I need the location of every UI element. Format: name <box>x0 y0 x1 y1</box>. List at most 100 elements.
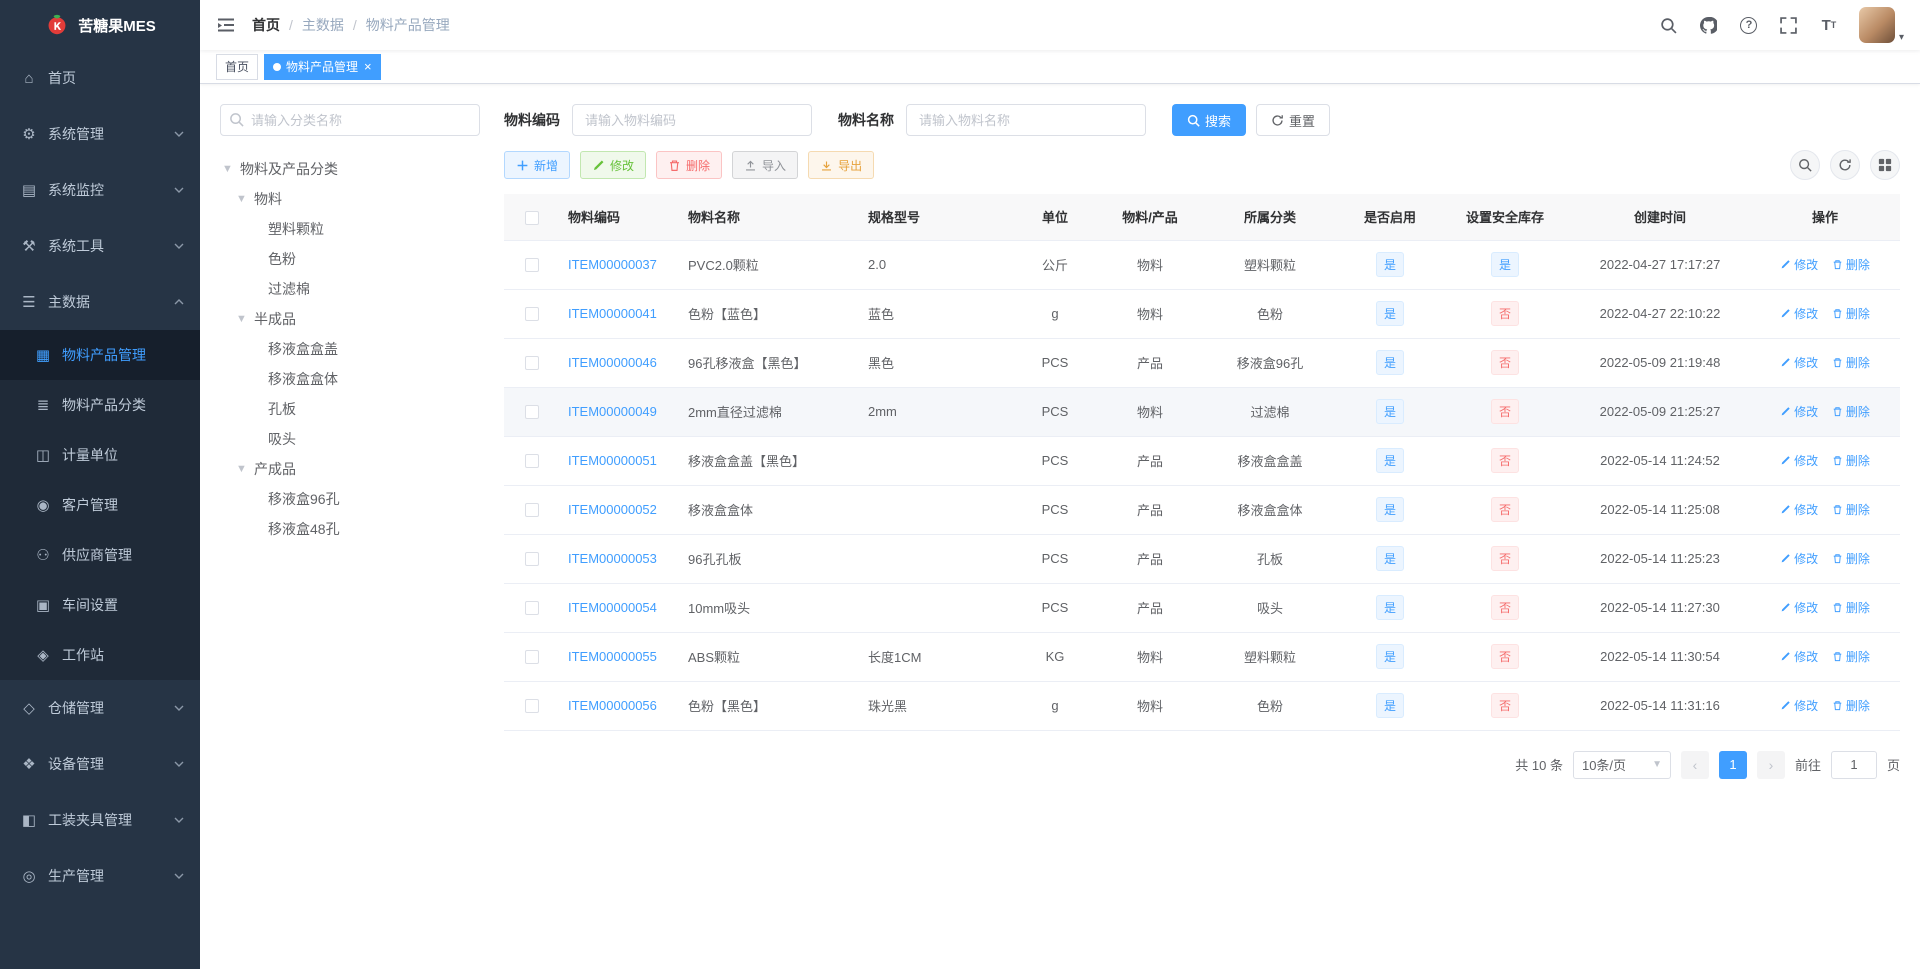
tree-node-filter-cotton[interactable]: ▼过滤棉 <box>220 274 480 304</box>
sidebar-item-system-admin[interactable]: ⚙ 系统管理 <box>0 106 200 162</box>
tree-node-pipette-box-lid[interactable]: ▼移液盒盒盖 <box>220 334 480 364</box>
tab-home[interactable]: 首页 <box>216 53 259 80</box>
sidebar-item-measure-unit[interactable]: ◫ 计量单位 <box>0 430 200 480</box>
material-name-input[interactable] <box>906 104 1146 136</box>
tree-node-well-plate[interactable]: ▼孔板 <box>220 394 480 424</box>
edit-link[interactable]: 修改 <box>1780 501 1818 518</box>
next-page-button[interactable]: › <box>1756 750 1785 779</box>
delete-link[interactable]: 删除 <box>1832 452 1870 469</box>
row-checkbox[interactable] <box>525 307 539 322</box>
page-size-select[interactable]: 10条/页 ▼ <box>1572 750 1671 779</box>
edit-link[interactable]: 修改 <box>1780 403 1818 420</box>
sidebar-item-master-data[interactable]: ☰ 主数据 <box>0 274 200 330</box>
prev-page-button[interactable]: ‹ <box>1680 750 1709 779</box>
delete-link[interactable]: 删除 <box>1832 501 1870 518</box>
font-size-icon[interactable]: TT <box>1819 15 1839 35</box>
search-button[interactable]: 搜索 <box>1172 104 1247 136</box>
tree-node-tip[interactable]: ▼吸头 <box>220 424 480 454</box>
caret-down-icon[interactable]: ▼ <box>236 193 254 205</box>
page-number-1[interactable]: 1 <box>1718 750 1747 779</box>
caret-down-icon[interactable]: ▼ <box>222 163 240 175</box>
item-code-link[interactable]: ITEM00000052 <box>568 502 657 517</box>
edit-button[interactable]: 修改 <box>580 151 647 179</box>
sidebar-item-customer-mgmt[interactable]: ◉ 客户管理 <box>0 480 200 530</box>
delete-button[interactable]: 删除 <box>656 151 723 179</box>
import-button[interactable]: 导入 <box>732 151 799 179</box>
sidebar-item-material-product-mgmt[interactable]: ▦ 物料产品管理 <box>0 330 200 380</box>
item-code-link[interactable]: ITEM00000054 <box>568 600 657 615</box>
breadcrumb-home[interactable]: 首页 <box>252 15 280 35</box>
row-checkbox[interactable] <box>525 503 539 518</box>
fullscreen-icon[interactable] <box>1779 15 1799 35</box>
github-icon[interactable] <box>1699 15 1719 35</box>
search-icon[interactable] <box>1659 15 1679 35</box>
goto-page-input[interactable] <box>1830 750 1877 779</box>
row-checkbox[interactable] <box>525 454 539 469</box>
sidebar-item-production-mgmt[interactable]: ◎ 生产管理 <box>0 848 200 904</box>
caret-down-icon[interactable]: ▼ <box>236 463 254 475</box>
tree-node-finished[interactable]: ▼ 产成品 <box>220 454 480 484</box>
tree-node-plastic-pellets[interactable]: ▼塑料颗粒 <box>220 214 480 244</box>
edit-link[interactable]: 修改 <box>1780 648 1818 665</box>
help-icon[interactable]: ? <box>1739 15 1759 35</box>
item-code-link[interactable]: ITEM00000051 <box>568 453 657 468</box>
category-search-input[interactable] <box>220 104 480 136</box>
edit-link[interactable]: 修改 <box>1780 599 1818 616</box>
reset-button[interactable]: 重置 <box>1256 104 1331 136</box>
tree-node-material[interactable]: ▼ 物料 <box>220 184 480 214</box>
hamburger-icon[interactable] <box>216 15 236 35</box>
delete-link[interactable]: 删除 <box>1832 354 1870 371</box>
edit-link[interactable]: 修改 <box>1780 256 1818 273</box>
add-button[interactable]: 新增 <box>504 151 571 179</box>
item-code-link[interactable]: ITEM00000053 <box>568 551 657 566</box>
sidebar-item-equipment-mgmt[interactable]: ❖ 设备管理 <box>0 736 200 792</box>
tree-node-root[interactable]: ▼ 物料及产品分类 <box>220 154 480 184</box>
close-icon[interactable]: × <box>364 60 372 73</box>
sidebar-item-system-tools[interactable]: ⚒ 系统工具 <box>0 218 200 274</box>
item-code-link[interactable]: ITEM00000049 <box>568 404 657 419</box>
toggle-search-button[interactable] <box>1790 150 1820 180</box>
columns-button[interactable] <box>1870 150 1900 180</box>
refresh-button[interactable] <box>1830 150 1860 180</box>
row-checkbox[interactable] <box>525 601 539 616</box>
row-checkbox[interactable] <box>525 650 539 665</box>
tree-node-pipette-box-48[interactable]: ▼移液盒48孔 <box>220 514 480 544</box>
sidebar-item-workstation[interactable]: ◈ 工作站 <box>0 630 200 680</box>
edit-link[interactable]: 修改 <box>1780 305 1818 322</box>
item-code-link[interactable]: ITEM00000055 <box>568 649 657 664</box>
sidebar-item-workshop-settings[interactable]: ▣ 车间设置 <box>0 580 200 630</box>
delete-link[interactable]: 删除 <box>1832 403 1870 420</box>
item-code-link[interactable]: ITEM00000037 <box>568 257 657 272</box>
select-all-checkbox[interactable] <box>525 210 539 225</box>
edit-link[interactable]: 修改 <box>1780 697 1818 714</box>
item-code-link[interactable]: ITEM00000046 <box>568 355 657 370</box>
delete-link[interactable]: 删除 <box>1832 256 1870 273</box>
tree-node-pipette-box-96[interactable]: ▼移液盒96孔 <box>220 484 480 514</box>
delete-link[interactable]: 删除 <box>1832 697 1870 714</box>
delete-link[interactable]: 删除 <box>1832 550 1870 567</box>
tree-node-pigment[interactable]: ▼色粉 <box>220 244 480 274</box>
tab-material-product-mgmt[interactable]: 物料产品管理 × <box>264 53 381 80</box>
delete-link[interactable]: 删除 <box>1832 648 1870 665</box>
row-checkbox[interactable] <box>525 699 539 714</box>
edit-link[interactable]: 修改 <box>1780 550 1818 567</box>
user-menu[interactable]: ▾ <box>1858 7 1904 43</box>
item-code-link[interactable]: ITEM00000056 <box>568 698 657 713</box>
row-checkbox[interactable] <box>525 356 539 371</box>
tree-node-semi-finished[interactable]: ▼ 半成品 <box>220 304 480 334</box>
sidebar-item-fixture-mgmt[interactable]: ◧ 工装夹具管理 <box>0 792 200 848</box>
sidebar-item-home[interactable]: ⌂ 首页 <box>0 50 200 106</box>
row-checkbox[interactable] <box>525 405 539 420</box>
export-button[interactable]: 导出 <box>808 151 875 179</box>
material-code-input[interactable] <box>572 104 812 136</box>
row-checkbox[interactable] <box>525 552 539 567</box>
edit-link[interactable]: 修改 <box>1780 354 1818 371</box>
sidebar-item-system-monitor[interactable]: ▤ 系统监控 <box>0 162 200 218</box>
delete-link[interactable]: 删除 <box>1832 599 1870 616</box>
sidebar-item-supplier-mgmt[interactable]: ⚇ 供应商管理 <box>0 530 200 580</box>
caret-down-icon[interactable]: ▼ <box>236 313 254 325</box>
sidebar-item-material-product-category[interactable]: ≣ 物料产品分类 <box>0 380 200 430</box>
row-checkbox[interactable] <box>525 258 539 273</box>
tree-node-pipette-box-body[interactable]: ▼移液盒盒体 <box>220 364 480 394</box>
edit-link[interactable]: 修改 <box>1780 452 1818 469</box>
